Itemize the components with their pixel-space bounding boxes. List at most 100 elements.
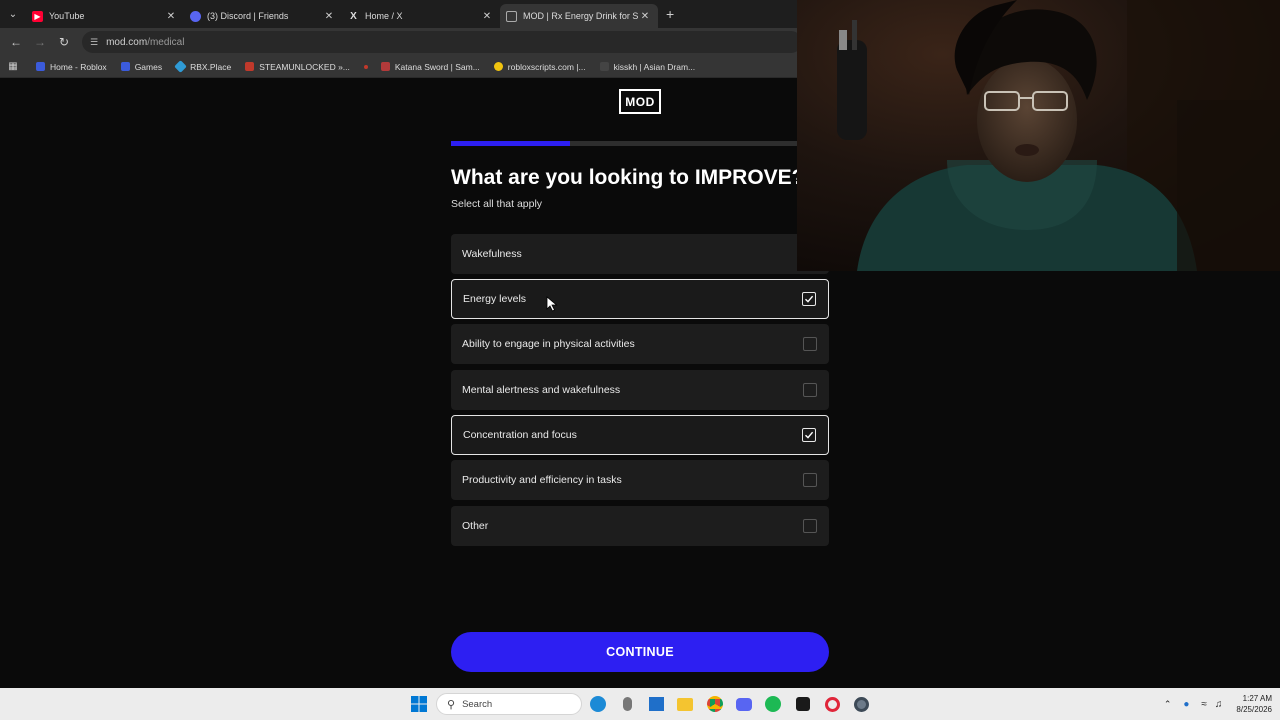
app-icon[interactable]: [794, 695, 812, 713]
webcam-overlay: [797, 0, 1280, 271]
option-wakefulness[interactable]: Wakefulness: [451, 234, 829, 274]
discord-icon[interactable]: [735, 695, 753, 713]
discord-icon: [190, 10, 201, 22]
bookmark-label: Games: [134, 61, 163, 72]
red-dot-icon: [363, 64, 368, 69]
file-explorer-icon[interactable]: [676, 695, 694, 713]
microphone-icon[interactable]: ●: [1183, 699, 1189, 710]
browser-tab-youtube[interactable]: ▶ YouTube ✕: [26, 4, 184, 28]
kisskh-icon: [599, 62, 609, 71]
question-title: What are you looking to IMPROVE?: [451, 166, 805, 189]
bookmark-item[interactable]: STEAMUNLOCKED »...: [245, 62, 350, 72]
browser-tab-x[interactable]: X Home / X ✕: [342, 4, 500, 28]
option-physical-activities[interactable]: Ability to engage in physical activities: [451, 324, 829, 364]
globe-icon: [506, 10, 517, 22]
roblox-icon: [120, 62, 130, 71]
clock[interactable]: 1:27 AM 8/25/2026: [1236, 693, 1272, 715]
x-logo-icon: X: [350, 10, 357, 22]
volume-icon[interactable]: ♫: [1215, 699, 1223, 710]
progress-bar: [451, 141, 829, 146]
mod-logo[interactable]: MOD: [619, 89, 661, 114]
steamunlocked-icon: [245, 62, 255, 71]
apps-grid-icon[interactable]: ▦: [0, 61, 26, 72]
option-energy-levels[interactable]: Energy levels: [451, 279, 829, 319]
option-productivity[interactable]: Productivity and efficiency in tasks: [451, 460, 829, 500]
tab-title: MOD | Rx Energy Drink for Sust: [523, 11, 638, 21]
windows-start-icon[interactable]: [410, 695, 428, 713]
bookmark-item[interactable]: kisskh | Asian Dram...: [599, 62, 695, 72]
option-mental-alertness[interactable]: Mental alertness and wakefulness: [451, 370, 829, 410]
clock-time: 1:27 AM: [1242, 694, 1272, 703]
option-concentration-focus[interactable]: Concentration and focus: [451, 415, 829, 455]
forward-arrow-icon[interactable]: →: [28, 35, 52, 49]
roblox-icon: [36, 62, 45, 71]
close-tab-icon[interactable]: ✕: [480, 11, 494, 22]
spotify-icon[interactable]: [764, 695, 782, 713]
back-arrow-icon[interactable]: ←: [4, 35, 28, 49]
address-bar[interactable]: ☰ mod.com/medical: [82, 31, 802, 53]
system-tray: ⌃ ● ≈ ♫ 1:27 AM 8/25/2026: [1164, 693, 1272, 715]
close-tab-icon[interactable]: ✕: [164, 11, 178, 22]
settings-gear-icon[interactable]: [852, 695, 870, 713]
checkbox[interactable]: [803, 519, 817, 533]
chevron-up-icon[interactable]: ⌃: [1164, 699, 1172, 710]
option-label: Other: [462, 520, 489, 532]
robloxscripts-icon: [493, 62, 503, 71]
option-other[interactable]: Other: [451, 506, 829, 546]
mouse-app-icon[interactable]: [618, 695, 636, 713]
browser-tab-mod[interactable]: MOD | Rx Energy Drink for Sust ✕: [500, 4, 658, 28]
bookmark-item[interactable]: Home - Roblox: [36, 62, 107, 72]
option-label: Ability to engage in physical activities: [462, 338, 635, 350]
bookmark-item[interactable]: robloxscripts.com |...: [493, 61, 586, 72]
checkbox[interactable]: [803, 383, 817, 397]
checkmark-icon: [805, 431, 814, 439]
close-tab-icon[interactable]: ✕: [638, 11, 652, 22]
checkbox[interactable]: [803, 337, 817, 351]
search-placeholder: Search: [462, 698, 493, 710]
bookmark-label: Home - Roblox: [50, 61, 107, 72]
tab-title: Home / X: [365, 11, 403, 21]
clock-date: 8/25/2026: [1236, 705, 1272, 714]
store-icon[interactable]: [647, 695, 665, 713]
tab-search-chevron-icon[interactable]: ⌄: [0, 0, 26, 28]
option-label: Concentration and focus: [463, 429, 577, 441]
option-label: Wakefulness: [462, 248, 522, 260]
chrome-icon[interactable]: [706, 695, 724, 713]
mouse-cursor-icon: [546, 296, 558, 312]
edge-icon[interactable]: [589, 695, 607, 713]
opera-icon[interactable]: [823, 695, 841, 713]
reload-icon[interactable]: ↻: [52, 35, 76, 49]
option-label: Productivity and efficiency in tasks: [462, 474, 622, 486]
url-path: /medical: [147, 36, 185, 48]
bookmark-item[interactable]: [363, 64, 373, 69]
question-subtitle: Select all that apply: [451, 198, 543, 210]
search-icon: ⚲: [447, 698, 456, 711]
tab-title: YouTube: [49, 11, 85, 21]
windows-taskbar: ⚲ Search ⌃ ● ≈ ♫ 1:27 AM 8/25/2026: [0, 688, 1280, 720]
katana-icon: [380, 62, 390, 71]
browser-tab-discord[interactable]: (3) Discord | Friends ✕: [184, 4, 342, 28]
progress-fill: [451, 141, 571, 146]
bookmark-item[interactable]: RBX.Place: [174, 60, 232, 73]
checkbox[interactable]: [803, 473, 817, 487]
continue-button[interactable]: CONTINUE: [451, 632, 829, 672]
option-label: Energy levels: [463, 293, 527, 305]
webcam-feed-image: [797, 0, 1280, 271]
bookmark-label: RBX.Place: [190, 61, 232, 72]
checkbox[interactable]: [802, 428, 816, 442]
bookmark-item[interactable]: Katana Sword | Sam...: [380, 62, 480, 72]
bookmark-item[interactable]: Games: [120, 61, 163, 72]
new-tab-icon[interactable]: +: [666, 6, 674, 22]
checkbox[interactable]: [802, 292, 816, 306]
bookmark-label: STEAMUNLOCKED »...: [259, 61, 350, 72]
url-domain: mod.com: [106, 36, 148, 48]
wifi-icon[interactable]: ≈: [1201, 699, 1207, 710]
checkmark-icon: [805, 295, 814, 303]
tab-title: (3) Discord | Friends: [207, 11, 289, 21]
site-info-icon[interactable]: ☰: [90, 37, 98, 48]
taskbar-search-input[interactable]: ⚲ Search: [436, 693, 582, 715]
option-label: Mental alertness and wakefulness: [462, 384, 621, 396]
close-tab-icon[interactable]: ✕: [322, 11, 336, 22]
rbxplace-icon: [174, 60, 187, 73]
bookmark-label: robloxscripts.com |...: [507, 61, 586, 72]
